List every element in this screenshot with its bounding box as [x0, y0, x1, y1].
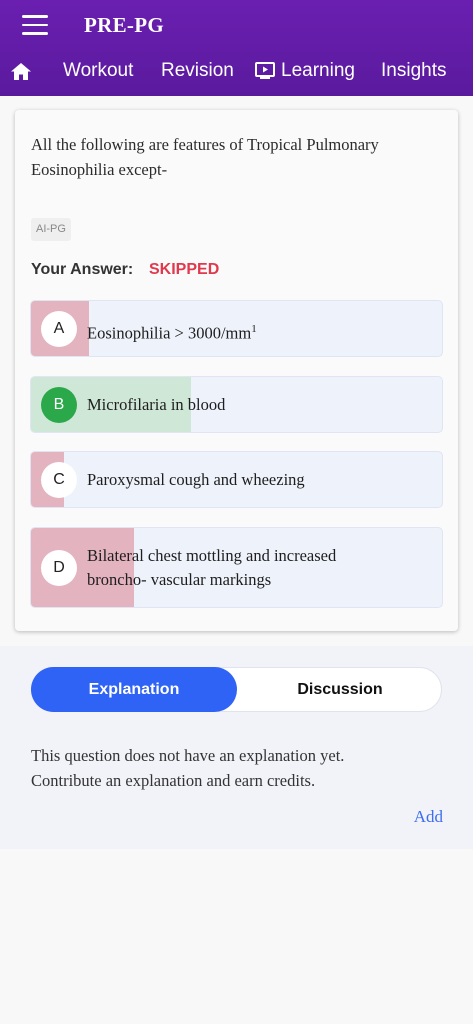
option-b-letter: B: [41, 387, 77, 423]
option-d-text-line1: Bilateral chest mottling and increased: [87, 546, 337, 565]
explanation-tabs: Explanation Discussion: [31, 667, 442, 712]
top-nav: Workout Revision Learning Insights: [0, 55, 473, 89]
your-answer-label: Your Answer:: [31, 261, 134, 278]
nav-workout[interactable]: Workout: [63, 55, 133, 87]
tab-explanation[interactable]: Explanation: [31, 667, 237, 712]
home-icon[interactable]: [11, 63, 31, 80]
tab-discussion[interactable]: Discussion: [237, 667, 443, 712]
option-c-letter: C: [41, 462, 77, 498]
option-b-text: Microfilaria in blood: [87, 395, 226, 414]
question-text: All the following are features of Tropic…: [31, 135, 379, 179]
app-title: PRE-PG: [84, 13, 164, 37]
nav-learning-label: Learning: [281, 60, 355, 81]
option-b[interactable]: B Microfilaria in blood: [30, 376, 443, 433]
explanation-message-line2: Contribute an explanation and earn credi…: [31, 771, 316, 790]
option-a-text-superscript: 1: [251, 323, 257, 335]
explanation-message-line1: This question does not have an explanati…: [31, 746, 345, 765]
option-a-letter: A: [41, 311, 77, 347]
hamburger-menu-icon[interactable]: [22, 15, 48, 37]
explanation-section: Explanation Discussion This question doe…: [0, 646, 473, 849]
option-a-text-main: Eosinophilia > 3000/mm: [87, 323, 252, 343]
add-explanation-link[interactable]: Add: [414, 807, 443, 827]
option-d[interactable]: D Bilateral chest mottling and increased…: [30, 527, 443, 608]
option-a-text: Eosinophilia > 3000/mm1: [87, 317, 257, 346]
option-d-letter: D: [41, 550, 77, 586]
option-d-text: Bilateral chest mottling and increased b…: [87, 544, 336, 592]
option-a[interactable]: A Eosinophilia > 3000/mm1: [30, 300, 443, 357]
app-bar: PRE-PG Workout Revision Learning Insight…: [0, 0, 473, 96]
question-card: All the following are features of Tropic…: [15, 110, 458, 631]
nav-learning[interactable]: Learning: [255, 55, 355, 87]
option-c[interactable]: C Paroxysmal cough and wheezing: [30, 451, 443, 508]
source-tag: AI-PG: [31, 218, 71, 241]
option-c-text: Paroxysmal cough and wheezing: [87, 470, 305, 489]
explanation-message: This question does not have an explanati…: [31, 743, 431, 793]
nav-revision[interactable]: Revision: [161, 55, 234, 87]
play-screen-icon: [255, 62, 275, 79]
nav-insights[interactable]: Insights: [381, 55, 446, 87]
option-d-text-line2: broncho- vascular markings: [87, 570, 272, 589]
your-answer-status: SKIPPED: [149, 261, 220, 278]
